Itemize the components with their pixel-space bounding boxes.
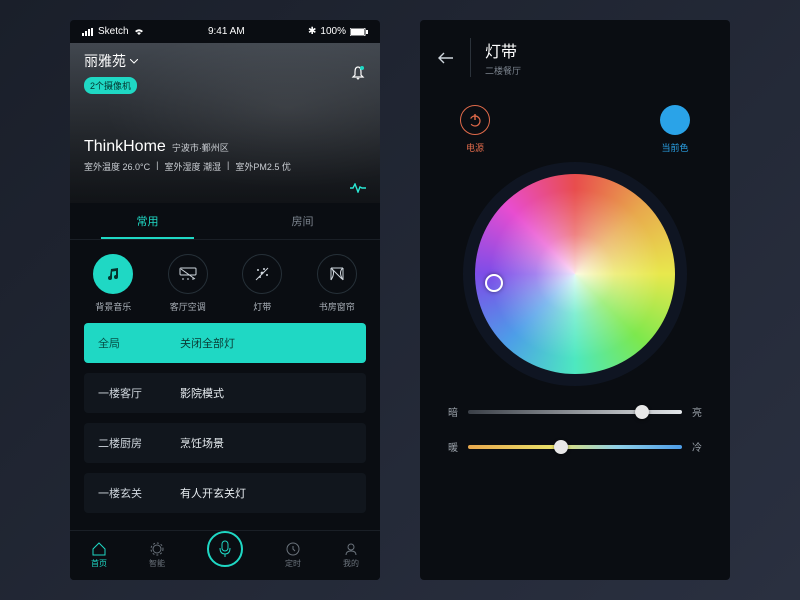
temp-cool-label: 冷 (692, 439, 702, 454)
pm-label: 室外PM2.5 (235, 162, 279, 172)
chevron-down-icon (130, 59, 138, 64)
tab-rooms[interactable]: 房间 (225, 203, 380, 239)
temperature-thumb[interactable] (554, 440, 568, 454)
power-label: 电源 (466, 141, 484, 154)
sparkle-icon (242, 254, 282, 294)
nav-me[interactable]: 我的 (343, 542, 359, 569)
pm-value: 优 (282, 162, 291, 172)
temperature-track[interactable] (468, 445, 682, 449)
user-icon (344, 542, 358, 556)
nav-smart[interactable]: 智能 (149, 542, 165, 569)
detail-top-controls: 电源 当前色 (420, 87, 730, 164)
home-screen: Sketch 9:41 AM ✱ 100% 丽雅苑 2个摄像机 (70, 20, 380, 580)
location-label: 宁波市·鄞州区 (172, 141, 229, 154)
current-color[interactable]: 当前色 (660, 105, 690, 154)
back-button[interactable] (436, 48, 456, 68)
color-label: 当前色 (661, 141, 688, 154)
battery-label: 100% (320, 26, 346, 37)
humidity-label: 室外湿度 (165, 162, 201, 172)
scene-list: 全局 关闭全部灯 一楼客厅 影院模式 二楼厨房 烹饪场景 一楼玄关 有人开玄关灯 (70, 323, 380, 513)
quick-label: 灯带 (253, 300, 271, 313)
curtain-icon (317, 254, 357, 294)
signal-icon (82, 28, 94, 36)
brand-row: ThinkHome 宁波市·鄞州区 (84, 138, 366, 156)
scene-room: 一楼玄关 (98, 485, 150, 501)
wifi-icon (133, 27, 145, 36)
nav-label: 首页 (91, 558, 107, 569)
scene-room: 全局 (98, 335, 150, 351)
detail-title: 灯带 (485, 38, 521, 62)
brightness-slider[interactable]: 暗 亮 (448, 404, 702, 419)
detail-header: 灯带 二楼餐厅 (420, 20, 730, 87)
scene-room: 二楼厨房 (98, 435, 150, 451)
status-bar: Sketch 9:41 AM ✱ 100% (70, 20, 380, 43)
smart-icon (150, 542, 164, 556)
light-detail-screen: 灯带 二楼餐厅 电源 当前色 暗 亮 暖 (420, 20, 730, 580)
camera-badge[interactable]: 2个摄像机 (84, 77, 137, 94)
battery-icon (350, 28, 368, 36)
temperature-slider[interactable]: 暖 冷 (448, 439, 702, 454)
temp-value: 26.0°C (123, 162, 151, 172)
quick-label: 客厅空调 (170, 300, 206, 313)
brightness-min-label: 暗 (448, 404, 458, 419)
quick-actions: 背景音乐 客厅空调 灯带 书房窗帘 (70, 240, 380, 323)
scene-mode: 烹饪场景 (180, 435, 224, 451)
nav-home[interactable]: 首页 (91, 542, 107, 569)
scene-row[interactable]: 一楼客厅 影院模式 (84, 373, 366, 413)
ac-icon (168, 254, 208, 294)
sliders: 暗 亮 暖 冷 (420, 394, 730, 464)
nav-voice[interactable] (207, 531, 243, 567)
power-toggle[interactable]: 电源 (460, 105, 490, 154)
tab-common[interactable]: 常用 (70, 203, 225, 239)
nav-label: 智能 (149, 558, 165, 569)
bell-icon[interactable] (350, 65, 366, 81)
music-icon (93, 254, 133, 294)
carrier-label: Sketch (98, 26, 129, 37)
arrow-left-icon (438, 52, 454, 64)
bluetooth-icon: ✱ (308, 26, 316, 37)
scene-row[interactable]: 二楼厨房 烹饪场景 (84, 423, 366, 463)
clock-icon (286, 542, 300, 556)
power-icon (460, 105, 490, 135)
quick-ac[interactable]: 客厅空调 (168, 254, 208, 313)
brightness-track[interactable] (468, 410, 682, 414)
clock-label: 9:41 AM (208, 26, 245, 37)
environment-row: 室外温度 26.0°C | 室外湿度 潮湿 | 室外PM2.5 优 (84, 160, 366, 173)
color-wheel[interactable] (475, 174, 675, 374)
view-tabs: 常用 房间 (70, 203, 380, 240)
color-swatch (660, 105, 690, 135)
brightness-max-label: 亮 (692, 404, 702, 419)
quick-curtain[interactable]: 书房窗帘 (317, 254, 357, 313)
nav-label: 我的 (343, 558, 359, 569)
brightness-thumb[interactable] (635, 405, 649, 419)
scene-mode: 有人开玄关灯 (180, 485, 246, 501)
nav-label: 定时 (285, 558, 301, 569)
scene-mode: 关闭全部灯 (180, 335, 235, 351)
quick-lightstrip[interactable]: 灯带 (242, 254, 282, 313)
activity-icon[interactable] (350, 183, 366, 193)
detail-subtitle: 二楼餐厅 (485, 64, 521, 77)
home-icon (91, 542, 107, 556)
mic-icon (218, 540, 232, 558)
home-selector[interactable]: 丽雅苑 (84, 51, 138, 71)
scene-mode: 影院模式 (180, 385, 224, 401)
bottom-nav: 首页 智能 定时 我的 (70, 530, 380, 580)
quick-label: 书房窗帘 (319, 300, 355, 313)
temp-label: 室外温度 (84, 162, 120, 172)
quick-music[interactable]: 背景音乐 (93, 254, 133, 313)
color-picker-handle[interactable] (485, 274, 503, 292)
home-name-label: 丽雅苑 (84, 51, 126, 71)
color-wheel-area (420, 164, 730, 394)
nav-timer[interactable]: 定时 (285, 542, 301, 569)
scene-room: 一楼客厅 (98, 385, 150, 401)
quick-label: 背景音乐 (95, 300, 131, 313)
scene-row[interactable]: 一楼玄关 有人开玄关灯 (84, 473, 366, 513)
humidity-value: 潮湿 (203, 162, 221, 172)
hero-banner: 丽雅苑 2个摄像机 ThinkHome 宁波市·鄞州区 室外温度 26.0°C … (70, 43, 380, 203)
scene-row[interactable]: 全局 关闭全部灯 (84, 323, 366, 363)
temp-warm-label: 暖 (448, 439, 458, 454)
brand-label: ThinkHome (84, 138, 166, 156)
